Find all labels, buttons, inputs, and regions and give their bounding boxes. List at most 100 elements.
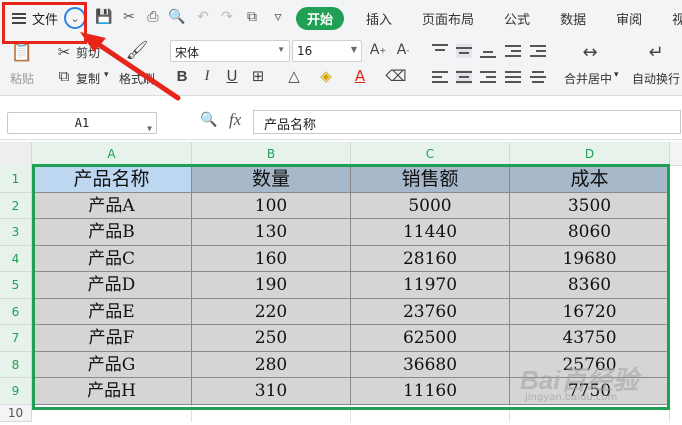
font-grow-icon[interactable]: A +	[368, 40, 388, 60]
table-cell[interactable]: 7750	[510, 378, 670, 405]
underline-icon[interactable]: U	[222, 66, 242, 86]
table-cell[interactable]: 19680	[510, 245, 670, 272]
format-brush-icon[interactable]: ✂	[120, 8, 138, 26]
empty-cell[interactable]	[192, 404, 351, 422]
table-cell[interactable]: 310	[192, 378, 351, 405]
table-cell[interactable]: 160	[192, 245, 351, 272]
table-cell[interactable]: 62500	[351, 325, 510, 352]
cell-style-icon[interactable]: △	[284, 66, 304, 86]
align-center-icon[interactable]	[456, 70, 472, 84]
cut-label[interactable]: 剪切	[76, 44, 100, 61]
table-cell[interactable]: 产品C	[32, 245, 192, 272]
row-header-8[interactable]: 8	[0, 351, 32, 378]
wrap-text-label[interactable]: 自动换行	[632, 70, 680, 87]
wrap-text-icon[interactable]: ↵	[646, 42, 666, 63]
format-painter-icon[interactable]: 🖌	[126, 40, 149, 61]
print-preview-icon[interactable]: 🔍	[168, 8, 186, 26]
empty-cell[interactable]	[32, 404, 192, 422]
paste-icon[interactable]: 📋	[11, 42, 33, 63]
zoom-search-icon[interactable]: 🔍	[200, 112, 218, 130]
table-cell[interactable]: 100	[192, 192, 351, 219]
fill-color-icon[interactable]: ◈	[316, 66, 336, 86]
row-header-4[interactable]: 4	[0, 245, 32, 272]
file-menu-button[interactable]: 文件 ⌄	[4, 6, 86, 30]
table-cell[interactable]: 250	[192, 325, 351, 352]
table-cell[interactable]: 130	[192, 219, 351, 246]
table-cell[interactable]: 11440	[351, 219, 510, 246]
align-left-icon[interactable]	[432, 70, 448, 84]
table-cell[interactable]: 36680	[351, 351, 510, 378]
table-cell[interactable]: 8060	[510, 219, 670, 246]
table-cell[interactable]: 23760	[351, 298, 510, 325]
indent-increase-icon[interactable]	[530, 44, 546, 58]
table-cell[interactable]: 11160	[351, 378, 510, 405]
chevron-down-icon[interactable]: ⌄	[64, 7, 86, 29]
table-cell[interactable]: 43750	[510, 325, 670, 352]
column-header-b[interactable]: B	[192, 142, 351, 166]
print-icon[interactable]: ⎙	[144, 8, 162, 26]
justify-icon[interactable]	[505, 70, 521, 84]
table-cell[interactable]: 8360	[510, 272, 670, 299]
copy-label[interactable]: 复制	[76, 70, 100, 87]
table-cell[interactable]: 16720	[510, 298, 670, 325]
fx-icon[interactable]: fx	[229, 110, 241, 130]
tab-data[interactable]: 数据	[560, 9, 586, 28]
row-header-6[interactable]: 6	[0, 298, 32, 325]
table-cell[interactable]: 5000	[351, 192, 510, 219]
select-all-corner[interactable]	[0, 142, 32, 166]
row-header-9[interactable]: 9	[0, 378, 32, 405]
merge-dropdown-icon[interactable]: ▾	[614, 70, 619, 80]
row-header-5[interactable]: 5	[0, 272, 32, 299]
align-bottom-icon[interactable]	[480, 44, 496, 58]
eraser-icon[interactable]: ⌫	[385, 66, 406, 86]
table-cell[interactable]: 产品G	[32, 351, 192, 378]
tab-view[interactable]: 视图	[672, 9, 682, 28]
font-shrink-icon[interactable]: A-	[393, 40, 413, 60]
tab-insert[interactable]: 插入	[366, 9, 392, 28]
italic-icon[interactable]: I	[197, 66, 217, 86]
table-cell[interactable]: 产品H	[32, 378, 192, 405]
scissors-icon[interactable]: ✂	[54, 42, 74, 62]
empty-cell[interactable]	[351, 404, 510, 422]
align-middle-icon[interactable]	[456, 44, 472, 58]
table-cell[interactable]: 产品F	[32, 325, 192, 352]
row-header-7[interactable]: 7	[0, 325, 32, 352]
table-cell[interactable]: 280	[192, 351, 351, 378]
font-size-select[interactable]: 16 ▼	[292, 40, 362, 62]
row-header-2[interactable]: 2	[0, 192, 32, 219]
copy-window-icon[interactable]: ⧉	[243, 8, 261, 26]
table-cell[interactable]: 11970	[351, 272, 510, 299]
row-header-10[interactable]: 10	[0, 404, 32, 422]
more-dropdown-icon[interactable]: ▿	[269, 8, 287, 26]
tab-page-layout[interactable]: 页面布局	[422, 9, 474, 28]
table-cell[interactable]: 产品E	[32, 298, 192, 325]
font-name-select[interactable]: 宋体 ▼	[170, 40, 290, 62]
column-header-d[interactable]: D	[510, 142, 670, 166]
copy-dropdown-icon[interactable]: ▾	[104, 70, 109, 80]
font-color-icon[interactable]: A	[350, 66, 370, 86]
table-cell[interactable]: 25760	[510, 351, 670, 378]
table-cell[interactable]: 产品A	[32, 192, 192, 219]
table-cell[interactable]: 190	[192, 272, 351, 299]
header-cell[interactable]: 产品名称	[32, 166, 192, 193]
header-cell[interactable]: 销售额	[351, 166, 510, 193]
bold-icon[interactable]: B	[172, 66, 192, 86]
column-header-c[interactable]: C	[351, 142, 510, 166]
name-box[interactable]: A1 ▼	[7, 112, 157, 134]
paste-label[interactable]: 粘贴	[10, 70, 34, 87]
align-top-icon[interactable]	[432, 44, 448, 58]
tab-home[interactable]: 开始	[296, 6, 345, 30]
row-header-3[interactable]: 3	[0, 219, 32, 246]
redo-icon[interactable]: ↷	[218, 8, 236, 26]
table-cell[interactable]: 产品B	[32, 219, 192, 246]
row-header-1[interactable]: 1	[0, 166, 32, 193]
align-right-icon[interactable]	[480, 70, 496, 84]
formula-input[interactable]: 产品名称	[253, 110, 681, 134]
merge-center-icon[interactable]: ↔	[580, 42, 600, 63]
indent-decrease-icon[interactable]	[505, 44, 521, 58]
header-cell[interactable]: 数量	[192, 166, 351, 193]
borders-icon[interactable]: ⊞	[248, 66, 268, 86]
merge-center-label[interactable]: 合并居中	[564, 70, 612, 87]
tab-formulas[interactable]: 公式	[504, 9, 530, 28]
copy-icon[interactable]: ⧉	[54, 66, 74, 86]
